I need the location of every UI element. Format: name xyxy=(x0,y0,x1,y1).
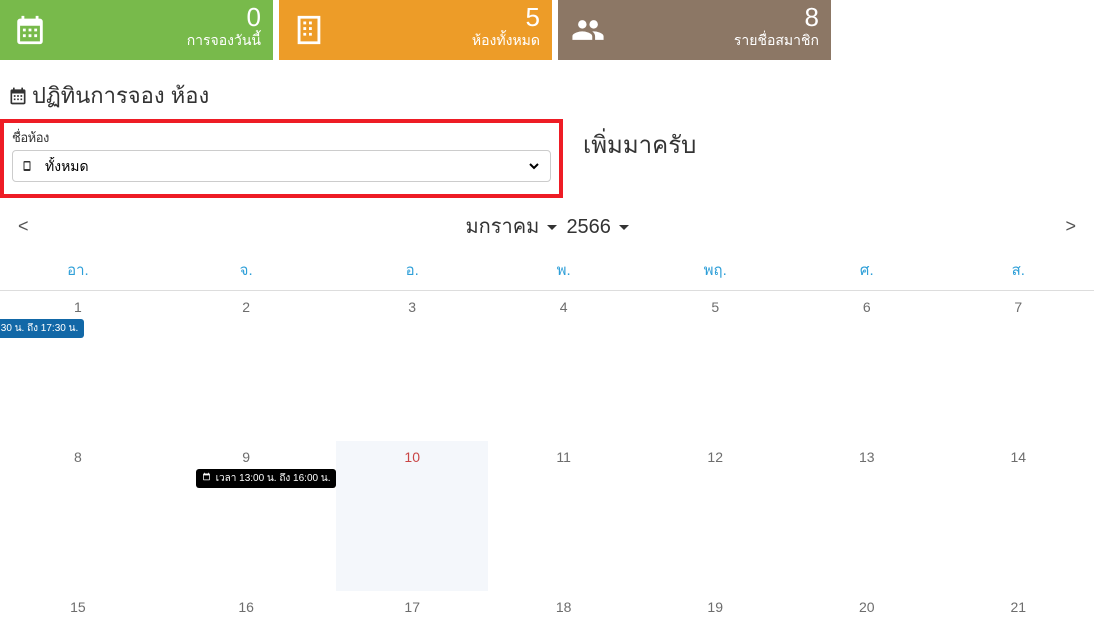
chevron-down-icon xyxy=(547,225,557,230)
day-header: พฤ. xyxy=(639,250,791,291)
mobile-icon xyxy=(21,159,33,173)
day-header: พ. xyxy=(488,250,639,291)
filter-row: ชื่อห้อง ทั้งหมด เพิ่มมาครับ xyxy=(0,119,1094,198)
stat-cards: 0 การจองวันนี้ 5 ห้องทั้งหมด 8 รายชื่อสม… xyxy=(0,0,1094,60)
calendar-title: ปฏิทินการจอง ห้อง xyxy=(8,78,1094,113)
calendar-day[interactable]: 9 เวลา 13:00 น. ถึง 16:00 น. xyxy=(156,441,337,591)
calendar-day[interactable]: 8 xyxy=(0,441,156,591)
calendar-icon xyxy=(0,0,60,60)
next-month-button[interactable]: > xyxy=(1055,212,1086,241)
stat-number: 8 xyxy=(618,4,819,30)
calendar-day[interactable]: 11 xyxy=(488,441,639,591)
stat-card-members[interactable]: 8 รายชื่อสมาชิก xyxy=(558,0,831,60)
calendar-day[interactable]: 13 xyxy=(791,441,942,591)
room-select[interactable]: ทั้งหมด xyxy=(12,150,551,182)
chevron-down-icon xyxy=(619,225,629,230)
day-header: จ. xyxy=(156,250,337,291)
calendar-icon xyxy=(8,86,28,106)
calendar-day[interactable]: 4 xyxy=(488,291,639,441)
stat-label: รายชื่อสมาชิก xyxy=(618,30,819,52)
day-header: อ. xyxy=(336,250,487,291)
stat-number: 0 xyxy=(60,4,261,30)
calendar-day[interactable]: 14 xyxy=(943,441,1094,591)
year-select[interactable]: 2566 xyxy=(566,216,628,239)
calendar-grid: อา. จ. อ. พ. พฤ. ศ. ส. 1 เวลา 08:30 น. ถ… xyxy=(0,250,1094,631)
filter-label: ชื่อห้อง xyxy=(12,127,551,148)
stat-number: 5 xyxy=(339,4,540,30)
month-select[interactable]: มกราคม xyxy=(465,210,556,242)
prev-month-button[interactable]: < xyxy=(8,212,39,241)
building-icon xyxy=(279,0,339,60)
calendar-day[interactable]: 5 xyxy=(639,291,791,441)
month-navigation: < มกราคม 2566 > xyxy=(8,210,1086,242)
day-header: ส. xyxy=(943,250,1094,291)
day-header: อา. xyxy=(0,250,156,291)
calendar-event[interactable]: เวลา 13:00 น. ถึง 16:00 น. xyxy=(196,469,337,488)
room-filter-box: ชื่อห้อง ทั้งหมด xyxy=(0,119,563,198)
room-select-input[interactable]: ทั้งหมด xyxy=(41,157,542,175)
calendar-icon xyxy=(202,473,214,484)
calendar-day[interactable]: 7 xyxy=(943,291,1094,441)
stat-label: ห้องทั้งหมด xyxy=(339,30,540,52)
side-text: เพิ่มมาครับ xyxy=(583,125,696,164)
calendar-day-today[interactable]: 10 xyxy=(336,441,487,591)
day-header: ศ. xyxy=(791,250,942,291)
calendar-day[interactable]: 1 เวลา 08:30 น. ถึง 17:30 น. xyxy=(0,291,156,441)
calendar-day[interactable]: 2 xyxy=(156,291,337,441)
calendar-day[interactable]: 6 xyxy=(791,291,942,441)
calendar-day[interactable]: 12 xyxy=(639,441,791,591)
stat-label: การจองวันนี้ xyxy=(60,30,261,52)
stat-card-total-rooms[interactable]: 5 ห้องทั้งหมด xyxy=(279,0,552,60)
stat-card-today-bookings[interactable]: 0 การจองวันนี้ xyxy=(0,0,273,60)
users-icon xyxy=(558,0,618,60)
calendar-day[interactable]: 3 xyxy=(336,291,487,441)
calendar-event[interactable]: เวลา 08:30 น. ถึง 17:30 น. xyxy=(0,319,84,338)
